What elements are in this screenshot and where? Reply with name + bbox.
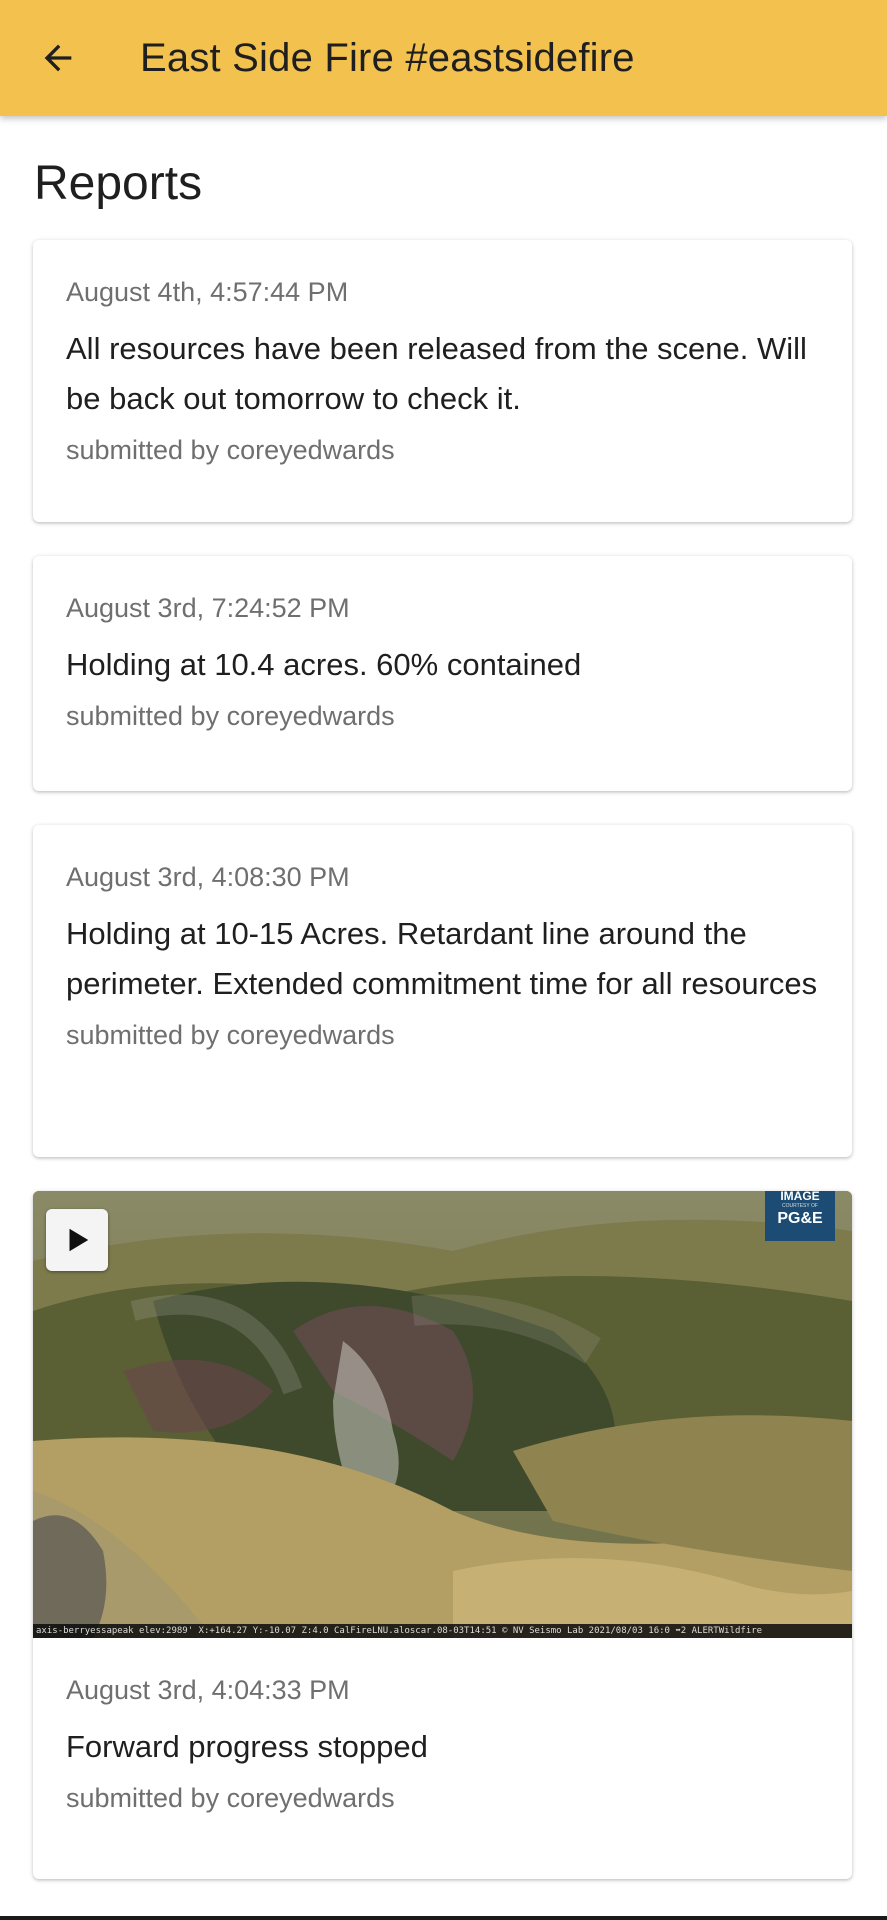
report-card[interactable]: August 3rd, 4:08:30 PM Holding at 10-15 …	[33, 825, 852, 1157]
camera-caption: axis-berryessapeak elev:2989' X:+164.27 …	[33, 1624, 852, 1638]
section-title: Reports	[34, 157, 203, 210]
report-text: Forward progress stopped	[66, 1729, 428, 1764]
report-card[interactable]: August 3rd, 7:24:52 PM Holding at 10.4 a…	[33, 556, 852, 791]
report-submitter: submitted by coreyedwards	[66, 1020, 395, 1050]
report-submitter: submitted by coreyedwards	[66, 1783, 395, 1813]
image-courtesy-badge: IMAGE COURTESY OF PG&E	[765, 1191, 835, 1241]
badge-line-3: PG&E	[777, 1210, 823, 1227]
back-button[interactable]	[28, 28, 88, 88]
report-timestamp: August 3rd, 4:08:30 PM	[66, 862, 350, 892]
report-timestamp: August 3rd, 7:24:52 PM	[66, 593, 350, 623]
arrow-left-icon	[44, 44, 72, 72]
report-video[interactable]: IMAGE COURTESY OF PG&E axis-berryessapea…	[33, 1191, 852, 1638]
report-text: Holding at 10.4 acres. 60% contained	[66, 647, 582, 682]
report-submitter: submitted by coreyedwards	[66, 701, 395, 731]
page-title: East Side Fire #eastsidefire	[140, 35, 635, 80]
report-submitter: submitted by coreyedwards	[66, 435, 395, 465]
report-timestamp: August 3rd, 4:04:33 PM	[66, 1675, 350, 1705]
app-bar: East Side Fire #eastsidefire	[0, 0, 887, 116]
wildfire-camera-image	[33, 1191, 852, 1638]
report-card[interactable]: August 4th, 4:57:44 PM All resources hav…	[33, 240, 852, 522]
badge-line-2: COURTESY OF	[782, 1203, 818, 1209]
report-text: All resources have been released from th…	[66, 331, 807, 416]
badge-line-1: IMAGE	[780, 1191, 820, 1203]
play-button[interactable]	[46, 1209, 108, 1271]
screen-bottom-edge	[0, 1916, 887, 1920]
report-text: Holding at 10-15 Acres. Retardant line a…	[66, 916, 818, 1001]
report-timestamp: August 4th, 4:57:44 PM	[66, 277, 349, 307]
report-card-with-media[interactable]: IMAGE COURTESY OF PG&E axis-berryessapea…	[33, 1191, 852, 1879]
play-icon	[69, 1228, 89, 1252]
